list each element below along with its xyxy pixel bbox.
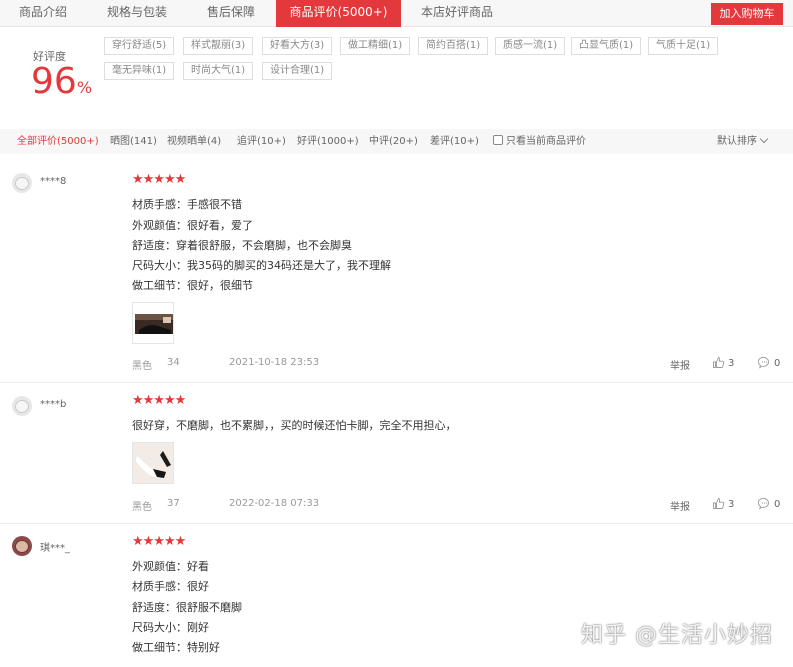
review-tag[interactable]: 做工精细(1) [340,37,411,55]
review-tag[interactable]: 样式靓丽(3) [183,37,254,55]
thumbs-up-icon [713,357,725,368]
shoe-photo [133,443,173,483]
chevron-down-icon [759,134,769,144]
review-text-line: 尺码大小：我35码的脚买的34码还是大了，我不理解 [132,259,391,272]
review-text-line: 舒适度：很舒服不磨脚 [132,601,242,614]
filter-neutral[interactable]: 中评(20+) [369,129,418,154]
tab-product-intro[interactable]: 商品介绍 [0,0,86,27]
filter-positive[interactable]: 好评(1000+) [297,129,359,154]
avatar[interactable] [12,173,32,193]
only-current-product-toggle[interactable]: 只看当前商品评价 [493,129,586,154]
filter-with-photos[interactable]: 晒图(141) [110,129,157,154]
review-text-line: 做工细节：特别好 [132,641,220,654]
product-size: 37 [167,498,180,509]
filter-video[interactable]: 视频晒单(4) [167,129,221,154]
review-tag[interactable]: 时尚大气(1) [183,62,254,80]
reply-count: 0 [774,499,781,510]
review-date: 2022-02-18 07:33 [229,498,320,509]
like-button[interactable]: 3 [712,356,734,369]
comment-bubble-icon [757,497,769,510]
like-count: 3 [728,499,735,510]
username: 琪***_ [40,543,70,554]
comment-bubble-icon [757,356,769,369]
filter-negative[interactable]: 差评(10+) [430,129,479,154]
review-text-line: 材质手感：很好 [132,580,209,593]
user-face-icon [15,177,29,190]
review-text-line: 做工细节：很好，很细节 [132,279,253,292]
like-count: 3 [728,358,735,369]
add-to-cart-button[interactable]: 加入购物车 [711,3,783,25]
rate-unit: % [76,78,93,97]
star-rating: ★★★★★ [132,393,186,408]
product-color: 黑色 [132,502,152,513]
star-rating: ★★★★★ [132,172,186,187]
shoe-photo [133,303,173,343]
review-tag[interactable]: 质感一流(1) [495,37,566,55]
only-current-checkbox[interactable] [493,135,503,145]
only-current-label: 只看当前商品评价 [506,136,586,147]
thumbs-up-icon [713,498,725,509]
review-text-line: 尺码大小：刚好 [132,621,209,634]
review-text-line: 外观颜值：很好看，爱了 [132,219,253,232]
review-item: ****b ★★★★★ 很好穿，不磨脚，也不累脚，，买的时候还怕卡脚，完全不用担… [0,384,793,524]
review-tag[interactable]: 穿行舒适(5) [104,37,175,55]
review-text-line: 外观颜值：好看 [132,560,209,573]
review-tag[interactable]: 好看大方(3) [262,37,333,55]
avatar[interactable] [12,396,32,416]
tab-after-sales[interactable]: 售后保障 [188,0,274,27]
sort-label: 默认排序 [717,136,757,147]
review-text-line: 材质手感：手感很不错 [132,198,242,211]
reply-button[interactable]: 0 [757,356,781,369]
report-link[interactable]: 举报 [670,498,690,513]
reply-count: 0 [774,358,781,369]
review-tag[interactable]: 设计合理(1) [262,62,333,80]
review-filter-bar: 全部评价(5000+) 晒图(141) 视频晒单(4) 追评(10+) 好评(1… [0,129,793,154]
filter-follow-up[interactable]: 追评(10+) [237,129,286,154]
report-link[interactable]: 举报 [670,357,690,372]
review-photo-thumbnail[interactable] [132,442,174,484]
star-rating: ★★★★★ [132,534,186,549]
user-face-icon [15,400,29,413]
product-color: 黑色 [132,361,152,372]
watermark: 知乎 @生活小妙招 [581,623,773,648]
product-size: 34 [167,357,180,368]
review-tag[interactable]: 毫无异味(1) [104,62,175,80]
review-tag[interactable]: 简约百搭(1) [418,37,489,55]
tab-store-top-rated[interactable]: 本店好评商品 [401,0,513,27]
rate-number: 96 [31,61,77,102]
user-face-icon [15,540,29,553]
sort-dropdown[interactable]: 默认排序 [717,129,769,154]
review-text-line: 很好穿，不磨脚，也不累脚，，买的时候还怕卡脚，完全不用担心， [132,419,457,432]
filter-all-reviews[interactable]: 全部评价(5000+) [17,129,99,154]
product-tab-bar: 商品介绍 规格与包装 售后保障 商品评价(5000+) 本店好评商品 加入购物车 [0,0,793,27]
review-tag[interactable]: 凸显气质(1) [571,37,642,55]
review-date: 2021-10-18 23:53 [229,357,320,368]
like-button[interactable]: 3 [712,497,734,510]
tab-product-reviews[interactable]: 商品评价(5000+) [276,0,401,27]
review-tag[interactable]: 气质十足(1) [648,37,719,55]
avatar[interactable] [12,536,32,556]
review-item: ****8 ★★★★★ 材质手感：手感很不错 外观颜值：很好看，爱了 舒适度：穿… [0,155,793,383]
username: ****b [40,399,67,410]
username: ****8 [40,176,67,187]
tab-specs-packaging[interactable]: 规格与包装 [86,0,188,27]
review-text-line: 舒适度：穿着很舒服，不会磨脚，也不会脚臭 [132,239,352,252]
rate-value: 96% [31,60,92,111]
review-photo-thumbnail[interactable] [132,302,174,344]
reply-button[interactable]: 0 [757,497,781,510]
